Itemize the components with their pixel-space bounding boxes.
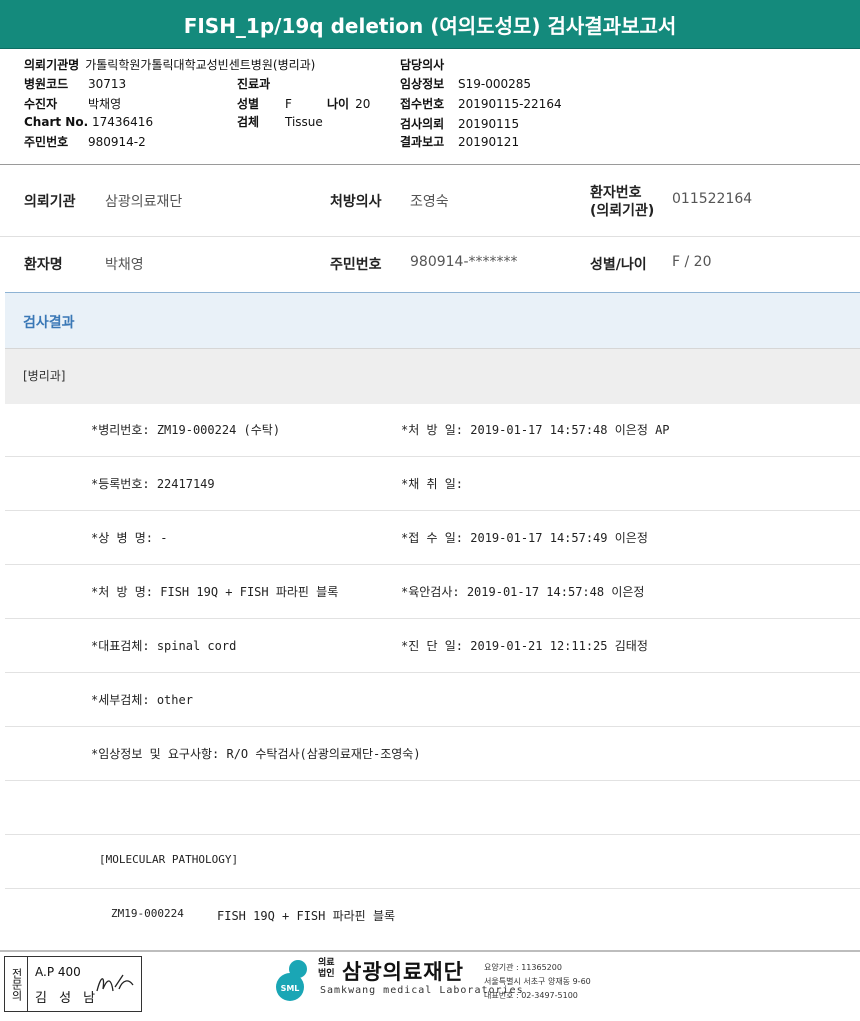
inst-value: 삼광의료재단 [105, 194, 183, 210]
age-field: 나이 20 [327, 97, 371, 111]
rrn-field: 주민번호 980914-2 [24, 135, 146, 149]
rrn-label: 주민번호 [330, 257, 382, 273]
org-address: 서울특별시 서초구 양재동 9-60 [484, 977, 591, 986]
org-prefix: 의료법인 [318, 958, 335, 979]
stamp-name: 김 성 남 [35, 991, 100, 1006]
dept-bar: [병리과] [5, 348, 860, 404]
footer-divider [0, 950, 860, 952]
row-left: *처 방 명: FISH 19Q + FISH 파라핀 블록 [91, 585, 339, 599]
patno-label-sub: (의뢰기관) [590, 203, 655, 219]
sml-logo-icon: SML [276, 960, 307, 1001]
hospital-code-field: 병원코드 30713 [24, 77, 127, 91]
name-value: 박채영 [105, 257, 144, 273]
mol-id: ZM19-000224 [111, 907, 184, 920]
doctor-label: 처방의사 [330, 194, 382, 210]
rrn-value: 980914-******* [410, 254, 518, 270]
table-row: *세부검체: other [5, 673, 860, 727]
sexage-value: F / 20 [672, 254, 712, 270]
signature-stamp: 전문의 A.P 400 김 성 남 [4, 956, 142, 1012]
dept-field: 진료과 [237, 77, 271, 91]
table-row: ZM19-000224 FISH 19Q + FISH 파라핀 블록 [5, 889, 860, 942]
row-left: *병리번호: ZM19-000224 (수탁) [91, 423, 281, 437]
patno-value: 011522164 [672, 191, 753, 207]
report-title: FISH_1p/19q deletion (여의도성모) 검사결과보고서 [0, 0, 860, 49]
sexage-label: 성별/나이 [590, 257, 647, 273]
report-date-field: 결과보고 20190121 [400, 135, 520, 149]
row-right: *채 취 일: [401, 477, 464, 491]
stamp-license: A.P 400 [35, 965, 81, 979]
header-divider [0, 164, 860, 165]
table-row: *상 병 명: - *접 수 일: 2019-01-17 14:57:49 이은… [5, 511, 860, 565]
table-row: *대표검체: spinal cord *진 단 일: 2019-01-21 12… [5, 619, 860, 673]
mol-header: [MOLECULAR PATHOLOGY] [99, 853, 239, 866]
institution-field: 의뢰기관명 가톨릭학원가톨릭대학교성빈센트병원(병리과) [24, 58, 316, 72]
logo-text: SML [281, 984, 300, 993]
table-row: *병리번호: ZM19-000224 (수탁) *처 방 일: 2019-01-… [5, 403, 860, 457]
name-label: 환자명 [24, 257, 63, 273]
org-name: 삼광의료재단 [342, 960, 464, 984]
row-left: *등록번호: 22417149 [91, 477, 215, 491]
table-row: *등록번호: 22417149 *채 취 일: [5, 457, 860, 511]
specimen-field: 검체 Tissue [237, 115, 323, 129]
recipient-field: 수진자 박채영 [24, 97, 122, 111]
table-row [5, 781, 860, 835]
table-row: *처 방 명: FISH 19Q + FISH 파라핀 블록 *육안검사: 20… [5, 565, 860, 619]
org-tel: 대표번호 : 02-3497-5100 [484, 991, 578, 1000]
mol-text: FISH 19Q + FISH 파라핀 블록 [217, 909, 396, 923]
dept-label: [병리과] [23, 369, 66, 383]
signature-icon [96, 974, 134, 992]
doctor-field: 담당의사 [400, 58, 445, 72]
org-code: 요양기관 : 11365200 [484, 963, 562, 972]
inst-label: 의뢰기관 [24, 194, 76, 210]
table-row: *임상정보 및 요구사항: R/O 수탁검사(삼광의료재단-조영숙) [5, 727, 860, 781]
result-section-header: 검사결과 [5, 292, 860, 349]
doctor-value: 조영숙 [410, 194, 449, 210]
table-row: [MOLECULAR PATHOLOGY] [5, 835, 860, 889]
receipt-no-field: 접수번호 20190115-22164 [400, 97, 562, 111]
info-divider [0, 236, 860, 237]
request-date-field: 검사의뢰 20190115 [400, 117, 520, 131]
row-right: *처 방 일: 2019-01-17 14:57:48 이은정 AP [401, 423, 670, 437]
clinical-info-field: 임상정보 S19-000285 [400, 77, 532, 91]
row-right: *육안검사: 2019-01-17 14:57:48 이은정 [401, 585, 645, 599]
chart-no-field: Chart No. 17436416 [24, 115, 154, 129]
row-left: *대표검체: spinal cord [91, 639, 237, 653]
stamp-side: 전문의 [5, 957, 28, 1011]
row-left: *상 병 명: - [91, 531, 168, 545]
row-right: *접 수 일: 2019-01-17 14:57:49 이은정 [401, 531, 648, 545]
row-right: *진 단 일: 2019-01-21 12:11:25 김태정 [401, 639, 648, 653]
result-section-title: 검사결과 [23, 315, 75, 331]
patno-label: 환자번호 [590, 185, 642, 201]
row-left: *임상정보 및 요구사항: R/O 수탁검사(삼광의료재단-조영숙) [91, 747, 421, 761]
sex-field: 성별 F [237, 97, 292, 111]
row-left: *세부검체: other [91, 693, 193, 707]
